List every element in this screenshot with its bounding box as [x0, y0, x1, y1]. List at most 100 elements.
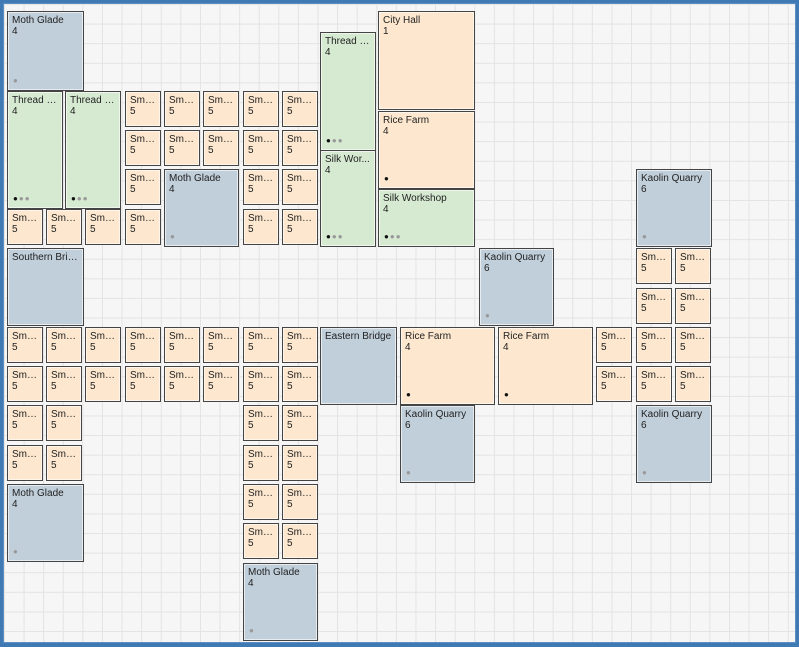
tile-sma[interactable]: Sma...5 [125, 91, 161, 127]
tile-name: Sma... [51, 409, 77, 420]
tile-sma[interactable]: Sma...5 [243, 405, 279, 441]
tile-sma[interactable]: Sma...5 [7, 366, 43, 402]
tile-name: Kaolin Quarry [641, 173, 703, 184]
tile-name: Sma... [287, 409, 313, 420]
tile-sma[interactable]: Sma...5 [46, 209, 82, 245]
tile-sma[interactable]: Sma...5 [46, 327, 82, 363]
tile-moth-glade[interactable]: Moth Glade 4 ● [7, 11, 84, 91]
tile-name: Sma... [287, 331, 313, 342]
tile-thread-p[interactable]: Thread P... 4 ●●● [7, 91, 63, 209]
tile-sma[interactable]: Sma...5 [243, 130, 279, 166]
tile-sma[interactable]: Sma...5 [46, 405, 82, 441]
tile-sma[interactable]: Sma...5 [675, 248, 711, 284]
tile-level: 5 [680, 263, 686, 274]
tile-name: Thread P... [325, 36, 371, 47]
tile-moth-glade[interactable]: Moth Glade 4 ● [164, 169, 239, 247]
tile-sma[interactable]: Sma...5 [282, 327, 318, 363]
tile-thread-p[interactable]: Thread P... 4 ●●● [65, 91, 121, 209]
tile-sma[interactable]: Sma...5 [282, 523, 318, 559]
tile-sma[interactable]: Sma...5 [243, 523, 279, 559]
tile-moth-glade[interactable]: Moth Glade 4 ● [243, 563, 318, 641]
tile-sma[interactable]: Sma...5 [203, 91, 239, 127]
tile-sma[interactable]: Sma...5 [636, 288, 672, 324]
tile-name: Rice Farm [405, 331, 452, 342]
tile-sma[interactable]: Sma...5 [7, 445, 43, 481]
tile-sma[interactable]: Sma...5 [282, 130, 318, 166]
tile-sma[interactable]: Sma...5 [85, 209, 121, 245]
tile-sma[interactable]: Sma...5 [46, 366, 82, 402]
tile-level: 6 [405, 420, 411, 431]
tile-moth-glade[interactable]: Moth Glade 4 ● [7, 484, 84, 562]
tile-name: Sma... [90, 213, 116, 224]
tile-level: 4 [12, 106, 18, 117]
tile-eastern-bridge[interactable]: Eastern Bridge [320, 327, 397, 405]
tile-sma[interactable]: Sma...5 [125, 209, 161, 245]
tile-sma[interactable]: Sma...5 [85, 366, 121, 402]
tile-sma[interactable]: Sma...5 [282, 405, 318, 441]
tile-name: Sma... [169, 134, 195, 145]
tile-sma[interactable]: Sma...5 [636, 327, 672, 363]
tile-southern-brid[interactable]: Southern Brid... [7, 248, 84, 326]
tile-name: Sma... [287, 213, 313, 224]
tile-sma[interactable]: Sma...5 [125, 366, 161, 402]
worker-dots: ● [170, 233, 176, 241]
tile-rice-farm[interactable]: Rice Farm 4 ● [400, 327, 495, 405]
tile-sma[interactable]: Sma...5 [164, 366, 200, 402]
tile-silk-workshop[interactable]: Silk Workshop 4 ●●● [378, 189, 475, 247]
tile-kaolin-quarry[interactable]: Kaolin Quarry 6 ● [479, 248, 554, 326]
tile-rice-farm[interactable]: Rice Farm 4 ● [498, 327, 593, 405]
tile-sma[interactable]: Sma...5 [636, 366, 672, 402]
tile-sma[interactable]: Sma...5 [85, 327, 121, 363]
tile-level: 5 [287, 420, 293, 431]
tile-kaolin-quarry[interactable]: Kaolin Quarry 6 ● [636, 169, 712, 247]
tile-kaolin-quarry[interactable]: Kaolin Quarry 6 ● [636, 405, 712, 483]
tile-sma[interactable]: Sma...5 [203, 366, 239, 402]
tile-sma[interactable]: Sma...5 [46, 445, 82, 481]
tile-name: Sma... [130, 213, 156, 224]
tile-sma[interactable]: Sma...5 [675, 366, 711, 402]
tile-rice-farm[interactable]: Rice Farm 4 ● [378, 111, 475, 189]
tile-sma[interactable]: Sma...5 [7, 209, 43, 245]
tile-sma[interactable]: Sma...5 [203, 327, 239, 363]
tile-sma[interactable]: Sma...5 [243, 327, 279, 363]
tile-sma[interactable]: Sma...5 [596, 366, 632, 402]
tile-silk-wor[interactable]: Silk Wor... 4 ●●● [320, 150, 376, 247]
tile-sma[interactable]: Sma...5 [164, 327, 200, 363]
tile-name: Sma... [130, 370, 156, 381]
tile-sma[interactable]: Sma...5 [282, 445, 318, 481]
tile-sma[interactable]: Sma...5 [282, 366, 318, 402]
tile-sma[interactable]: Sma...5 [243, 445, 279, 481]
tile-sma[interactable]: Sma...5 [675, 327, 711, 363]
tile-sma[interactable]: Sma...5 [675, 288, 711, 324]
tile-sma[interactable]: Sma...5 [164, 91, 200, 127]
tile-sma[interactable]: Sma...5 [243, 169, 279, 205]
tile-name: Thread P... [70, 95, 116, 106]
tile-sma[interactable]: Sma...5 [636, 248, 672, 284]
tile-sma[interactable]: Sma...5 [243, 209, 279, 245]
tile-level: 4 [70, 106, 76, 117]
tile-sma[interactable]: Sma...5 [125, 130, 161, 166]
tile-sma[interactable]: Sma...5 [282, 91, 318, 127]
tile-sma[interactable]: Sma...5 [7, 327, 43, 363]
tile-sma[interactable]: Sma...5 [243, 484, 279, 520]
tile-sma[interactable]: Sma...5 [282, 484, 318, 520]
city-board[interactable]: Moth Glade 4 ● City Hall 1 Thread P... 4 ●●● Thr… [3, 3, 796, 643]
tile-thread-p[interactable]: Thread P... 4 ●●● [320, 32, 376, 151]
tile-sma[interactable]: Sma...5 [282, 209, 318, 245]
tile-sma[interactable]: Sma...5 [596, 327, 632, 363]
tile-sma[interactable]: Sma...5 [125, 169, 161, 205]
tile-kaolin-quarry[interactable]: Kaolin Quarry 6 ● [400, 405, 475, 483]
tile-sma[interactable]: Sma...5 [203, 130, 239, 166]
tile-sma[interactable]: Sma...5 [125, 327, 161, 363]
tile-sma[interactable]: Sma...5 [282, 169, 318, 205]
tile-level: 5 [51, 342, 57, 353]
tile-sma[interactable]: Sma...5 [164, 130, 200, 166]
tile-sma[interactable]: Sma...5 [243, 91, 279, 127]
tile-name: Sma... [51, 449, 77, 460]
tile-name: Sma... [208, 370, 234, 381]
tile-level: 5 [248, 184, 254, 195]
tile-sma[interactable]: Sma...5 [7, 405, 43, 441]
tile-sma[interactable]: Sma...5 [243, 366, 279, 402]
tile-level: 5 [169, 145, 175, 156]
tile-city-hall[interactable]: City Hall 1 [378, 11, 475, 110]
